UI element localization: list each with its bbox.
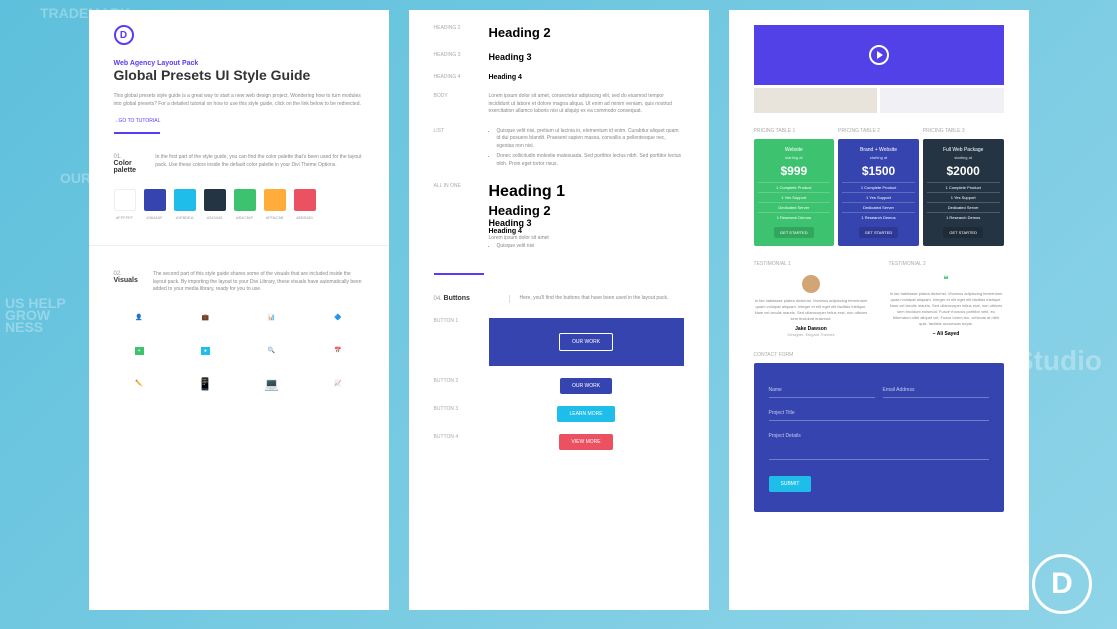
color-swatch: #3DC36F <box>234 189 256 220</box>
get-started-button[interactable]: GET STARTED <box>774 227 814 238</box>
price-card: Websitestarting at$9991 Complete Product… <box>754 139 835 246</box>
our-work-button[interactable]: OUR WORK <box>559 333 613 351</box>
play-icon[interactable] <box>869 45 889 65</box>
avatar <box>802 275 820 293</box>
color-swatch: #3644AF <box>144 189 166 220</box>
lorem: Lorem ipsum dolor sit amet <box>489 235 565 243</box>
type-label: HEADING 2 <box>434 25 479 31</box>
pricing-label: PRICING TABLE 2 <box>838 128 919 134</box>
visual-icon: 📅 <box>312 342 363 360</box>
visual-icon: 💼 <box>180 309 231 327</box>
color-palette: #FFFFFF #3644AF #1FBDEA #243443 #3DC36F #FFAC… <box>114 189 364 220</box>
type-label: LIST <box>434 128 479 134</box>
testimonial-text: In fac habitasse platea dictumst. Vivamu… <box>754 298 869 322</box>
color-swatch: #243443 <box>204 189 226 220</box>
button-label: BUTTON 2 <box>434 378 479 384</box>
visual-icon: 📈 <box>312 375 363 393</box>
type-label: HEADING 3 <box>434 52 479 58</box>
button-label: BUTTON 3 <box>434 406 479 412</box>
testimonial-role: Designer, Elegant Themes <box>754 332 869 337</box>
form-label: CONTACT FORM <box>754 352 1004 358</box>
image-box <box>754 88 878 113</box>
view-more-button[interactable]: VIEW MORE <box>559 434 612 450</box>
visual-icon: 👤 <box>114 309 165 327</box>
testimonial-name: – Ali Sayed <box>889 331 1004 337</box>
body-sample: Lorem ipsum dolor sit amet, consectetur … <box>489 93 684 116</box>
type-label: BODY <box>434 93 479 99</box>
testimonial-label: TESTIMONIAL 2 <box>889 261 1004 267</box>
name-field[interactable]: Name <box>769 383 875 398</box>
section-title: Color palette <box>114 160 137 174</box>
color-swatch: #EB5160 <box>294 189 316 220</box>
visual-icon: 📱 <box>180 375 231 393</box>
section-text: Here, you'll find the buttons that have … <box>509 295 669 303</box>
heading-3-sample: Heading 3 <box>489 52 532 62</box>
section-title: Buttons <box>444 295 470 302</box>
list-item: Donec sollicitudin molestie malesuada. S… <box>497 153 684 168</box>
section-number: 04. <box>434 296 442 302</box>
our-work-button[interactable]: OUR WORK <box>560 378 612 394</box>
quote-icon: ❝ <box>889 275 1004 286</box>
pricing-label: PRICING TABLE 1 <box>754 128 835 134</box>
get-started-button[interactable]: GET STARTED <box>859 227 899 238</box>
heading-1-sample: Heading 1 <box>489 183 565 201</box>
type-label: HEADING 4 <box>434 74 479 80</box>
visual-icon: + <box>114 342 165 360</box>
visual-icon: 💻 <box>246 375 297 393</box>
visual-icon: ✏️ <box>114 375 165 393</box>
divi-badge-icon: D <box>1032 554 1092 614</box>
list-sample: Quisque velit nisi, pretium ut lacinia i… <box>489 128 684 172</box>
section-text: The second part of this style guide shar… <box>153 271 364 294</box>
visual-icon: 🔷 <box>312 309 363 327</box>
visuals-grid: 👤 💼 📊 🔷 + ● 🔍 📅 ✏️ 📱 💻 📈 <box>114 309 364 393</box>
visual-icon: 📊 <box>246 309 297 327</box>
description: This global presets style guide is a gre… <box>114 93 364 108</box>
video-hero <box>754 25 1004 85</box>
heading-2-sample: Heading 2 <box>489 25 551 40</box>
price-card: Brand + Websitestarting at$15001 Complet… <box>838 139 919 246</box>
page-title: Global Presets UI Style Guide <box>114 67 364 83</box>
contact-form: Name Email Address Project Title Project … <box>754 363 1004 512</box>
get-started-button[interactable]: GET STARTED <box>943 227 983 238</box>
panel-components: PRICING TABLE 1PRICING TABLE 2 PRICING TA… <box>729 10 1029 610</box>
tutorial-link[interactable]: →GO TO TUTORIAL <box>114 118 161 134</box>
price-card: Full Web Packagestarting at$20001 Comple… <box>923 139 1004 246</box>
panel-styleguide: D Web Agency Layout Pack Global Presets … <box>89 10 389 610</box>
visual-icon: ● <box>180 342 231 360</box>
heading-4-sample: Heading 4 <box>489 228 565 235</box>
testimonial-label: TESTIMONIAL 1 <box>754 261 869 267</box>
color-swatch: #FFFFFF <box>114 189 136 220</box>
button-1-container: OUR WORK <box>489 318 684 366</box>
learn-more-button[interactable]: LEARN MORE <box>557 406 614 422</box>
submit-button[interactable]: SUBMIT <box>769 476 812 492</box>
list-item: Quisque velit nisi, pretium ut lacinia i… <box>497 128 684 151</box>
pricing-row: Websitestarting at$9991 Complete Product… <box>754 139 1004 246</box>
divi-logo-icon: D <box>114 25 134 45</box>
project-title-field[interactable]: Project Title <box>769 406 989 421</box>
heading-2-sample: Heading 2 <box>489 203 565 218</box>
image-box <box>880 88 1004 113</box>
subtitle: Web Agency Layout Pack <box>114 60 364 67</box>
heading-3-sample: Heading 3 <box>489 218 565 228</box>
button-label: BUTTON 1 <box>434 318 479 324</box>
pricing-label: PRICING TABLE 3 <box>923 128 1004 134</box>
panel-typography: HEADING 2 Heading 2 HEADING 3 Heading 3 HE… <box>409 10 709 610</box>
visual-icon: 🔍 <box>246 342 297 360</box>
section-title: Visuals <box>114 277 138 284</box>
testimonial-text: In fac habitasse platea dictumst. Vivamu… <box>889 291 1004 327</box>
lorem: Quisque velit nisi <box>497 243 565 251</box>
heading-4-sample: Heading 4 <box>489 74 522 81</box>
email-field[interactable]: Email Address <box>883 383 989 398</box>
color-swatch: #FFAC3B <box>264 189 286 220</box>
color-swatch: #1FBDEA <box>174 189 196 220</box>
section-text: In the first part of the style guide, yo… <box>155 154 363 174</box>
type-label: ALL IN ONE <box>434 183 479 189</box>
project-details-field[interactable]: Project Details <box>769 429 989 460</box>
button-label: BUTTON 4 <box>434 434 479 440</box>
